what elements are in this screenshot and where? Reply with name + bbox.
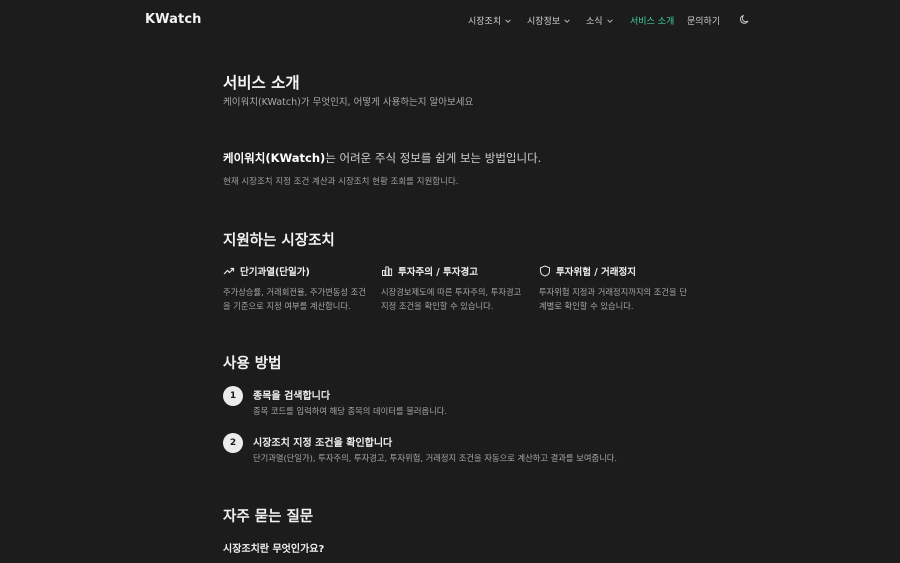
top-navbar: KWatch 시장조치 시장정보 소식 서비스 소개 문의하기 [0, 0, 900, 40]
feature-card-caution-warning: 투자주의 / 투자경고 시장경보제도에 따른 투자주의, 투자경고 지정 조건을… [381, 264, 531, 313]
step-desc: 단기과열(단일가), 투자주의, 투자경고, 투자위험, 거래정지 조건을 자동… [253, 453, 617, 463]
step-number: 2 [223, 433, 243, 453]
feature-title: 투자위험 / 거래정지 [556, 267, 637, 278]
moon-icon[interactable] [739, 14, 750, 25]
features-heading: 지원하는 시장조치 [223, 233, 335, 249]
menu-news[interactable]: 소식 [586, 14, 614, 27]
shield-icon [540, 265, 550, 277]
page-title: 서비스 소개 [223, 74, 300, 92]
step-number: 1 [223, 386, 243, 406]
intro-text: 케이워치(KWatch)는 어려운 주식 정보를 쉽게 보는 방법입니다. [223, 150, 541, 166]
usage-heading: 사용 방법 [223, 356, 282, 372]
chevron-down-icon [606, 18, 613, 23]
feature-card-short-term-overheat: 단기과열(단일가) 주가상승률, 거래회전율, 주가변동성 조건을 기준으로 지… [223, 264, 373, 313]
bar-chart-icon [382, 266, 393, 276]
step-desc: 종목 코드를 입력하여 해당 종목의 데이터를 불러옵니다. [253, 406, 448, 416]
menu-service-intro[interactable]: 서비스 소개 [630, 14, 674, 27]
feature-desc: 시장경보제도에 따른 투자주의, 투자경고 지정 조건을 확인할 수 있습니다. [381, 287, 522, 311]
faq-question[interactable]: 시장조치란 무엇인가요? [223, 540, 324, 555]
step-title: 종목을 검색합니다 [253, 391, 331, 402]
menu-contact[interactable]: 문의하기 [687, 14, 720, 27]
chevron-down-icon [564, 18, 570, 23]
intro-brand: 케이워치(KWatch) [223, 151, 326, 165]
usage-step: 1 종목을 검색합니다 종목 코드를 입력하여 해당 종목의 데이터를 불러옵니… [223, 386, 693, 426]
main-menu: 시장조치 시장정보 소식 서비스 소개 문의하기 [0, 14, 900, 28]
menu-label: 문의하기 [687, 17, 721, 27]
page-subtitle: 케이워치(KWatch)가 무엇인지, 어떻게 사용하는지 알아보세요 [223, 97, 474, 108]
menu-label: 시장정보 [527, 17, 561, 27]
menu-label: 서비스 소개 [630, 17, 675, 27]
menu-label: 소식 [586, 17, 603, 27]
intro-subtext: 현재 시장조치 지정 조건 계산과 시장조치 현황 조회를 지원합니다. [223, 177, 459, 187]
chevron-down-icon [505, 18, 511, 23]
menu-market-info[interactable]: 시장정보 [527, 14, 571, 27]
feature-card-risk-halt: 투자위험 / 거래정지 투자위험 지정과 거래정지까지의 조건을 단계별로 확인… [539, 264, 689, 313]
menu-label: 시장조치 [468, 17, 502, 27]
feature-desc: 주가상승률, 거래회전율, 주가변동성 조건을 기준으로 지정 여부를 계산합니… [223, 287, 366, 311]
faq-heading: 자주 묻는 질문 [223, 509, 314, 525]
feature-title: 단기과열(단일가) [240, 267, 310, 278]
trending-up-icon [223, 267, 235, 275]
step-title: 시장조치 지정 조건을 확인합니다 [253, 438, 393, 449]
intro-rest: 는 어려운 주식 정보를 쉽게 보는 방법입니다. [325, 151, 542, 165]
menu-market-actions[interactable]: 시장조치 [468, 14, 512, 27]
usage-step: 2 시장조치 지정 조건을 확인합니다 단기과열(단일가), 투자주의, 투자경… [223, 433, 693, 473]
feature-title: 투자주의 / 투자경고 [398, 267, 479, 278]
feature-desc: 투자위험 지정과 거래정지까지의 조건을 단계별로 확인할 수 있습니다. [539, 287, 687, 311]
